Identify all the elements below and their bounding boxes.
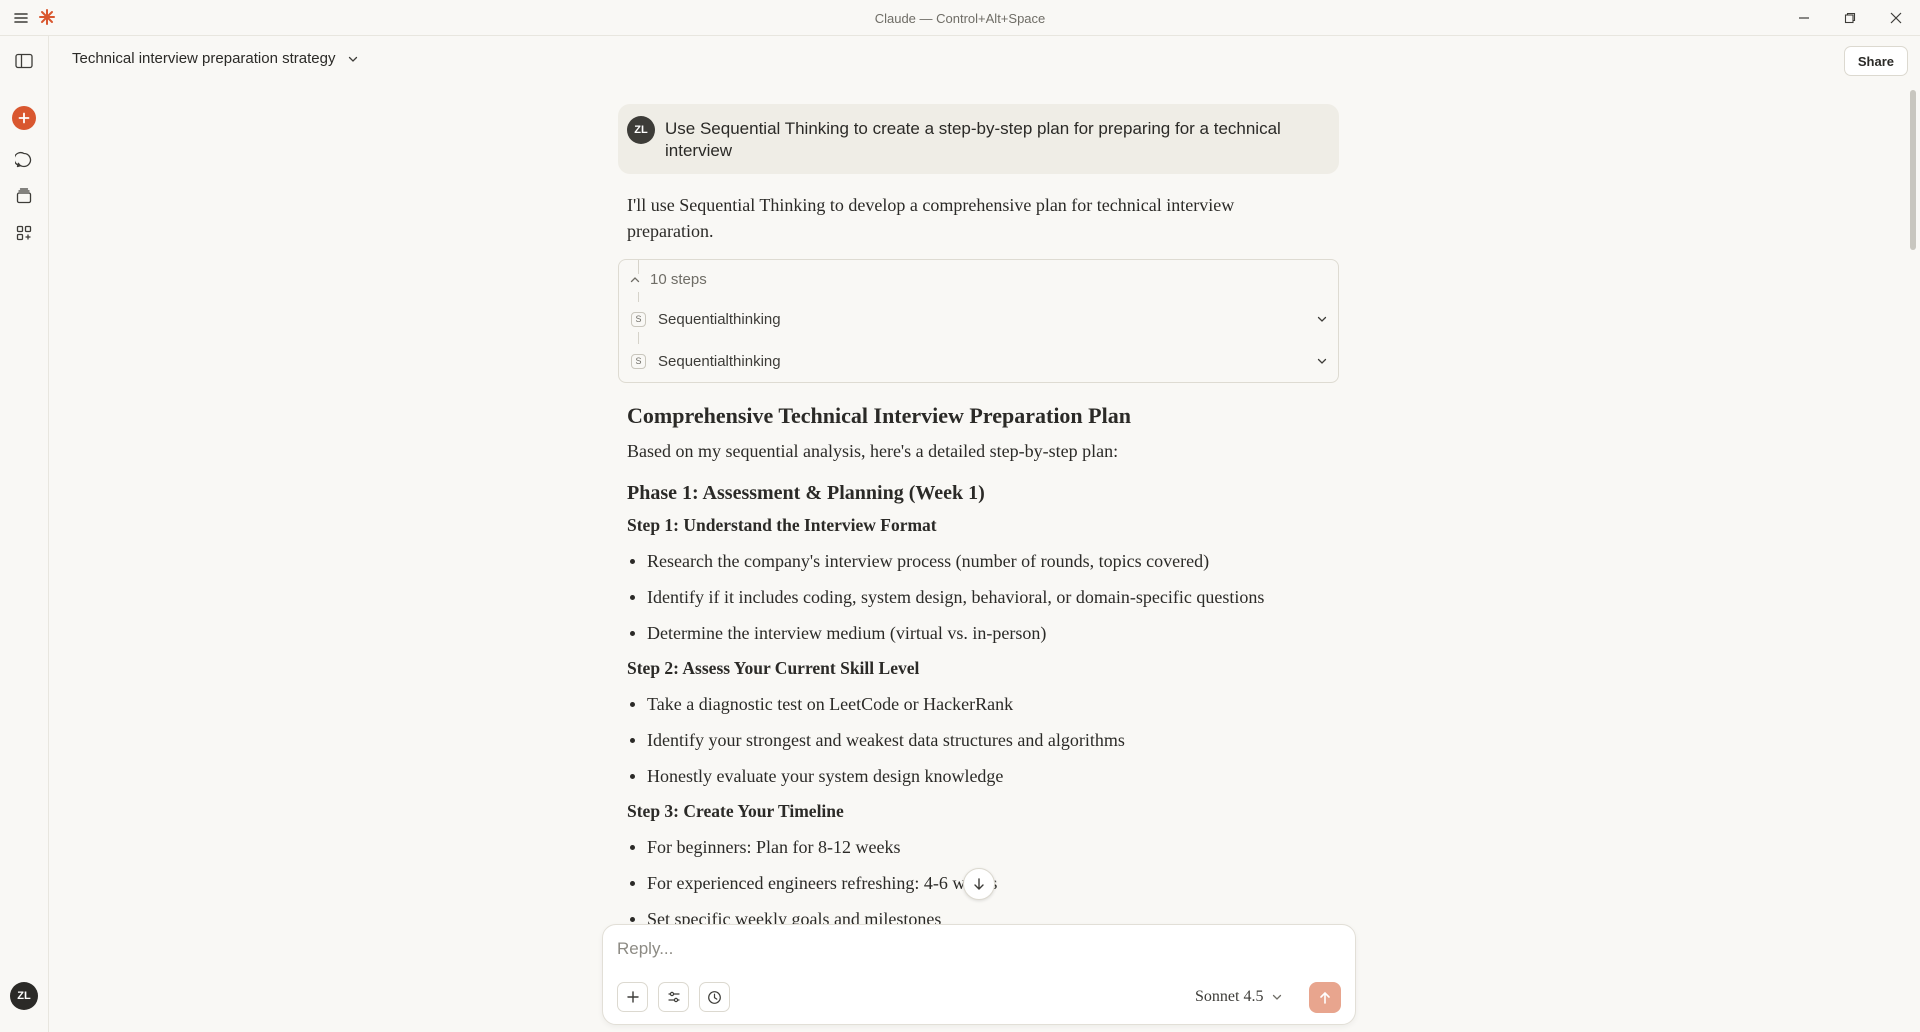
share-button[interactable]: Share bbox=[1843, 46, 1908, 76]
tool-step-label: Sequentialthinking bbox=[658, 310, 781, 328]
scroll-to-bottom-button[interactable] bbox=[963, 868, 995, 900]
artifacts-icon[interactable] bbox=[11, 220, 37, 246]
bullet-list: Take a diagnostic test on LeetCode or Ha… bbox=[630, 693, 1340, 787]
chevron-down-icon bbox=[1273, 994, 1282, 1000]
response-heading: Comprehensive Technical Interview Prepar… bbox=[627, 403, 1131, 428]
chevron-up-icon bbox=[630, 276, 640, 282]
list-item: Identify if it includes coding, system d… bbox=[630, 586, 1340, 608]
title-bar: Claude — Control+Alt+Space bbox=[0, 0, 1920, 36]
user-avatar[interactable]: ZL bbox=[10, 982, 38, 1010]
response-lead: Based on my sequential analysis, here's … bbox=[627, 441, 1119, 461]
arrow-down-icon bbox=[974, 878, 984, 890]
reply-input[interactable] bbox=[617, 939, 1337, 959]
list-item: Determine the interview medium (virtual … bbox=[630, 622, 1340, 644]
add-attachment-button[interactable] bbox=[617, 982, 648, 1012]
step-heading: Step 2: Assess Your Current Skill Level bbox=[627, 658, 920, 678]
user-message-text: Use Sequential Thinking to create a step… bbox=[665, 119, 1281, 160]
arrow-up-icon bbox=[1320, 991, 1330, 1004]
steps-count: 10 steps bbox=[650, 271, 707, 288]
tool-step-label: Sequentialthinking bbox=[658, 352, 781, 370]
tools-button[interactable] bbox=[658, 982, 689, 1012]
list-item: Honestly evaluate your system design kno… bbox=[630, 765, 1340, 787]
tool-badge: S bbox=[631, 353, 646, 369]
assistant-intro: I'll use Sequential Thinking to develop … bbox=[627, 195, 1235, 241]
list-item: Take a diagnostic test on LeetCode or Ha… bbox=[630, 693, 1340, 715]
list-item: Identify your strongest and weakest data… bbox=[630, 729, 1340, 751]
timeline-line bbox=[638, 332, 639, 344]
bullet-list: Research the company's interview process… bbox=[630, 550, 1340, 644]
steps-toggle[interactable]: 10 steps bbox=[629, 271, 707, 288]
tool-step-item[interactable]: S Sequentialthinking bbox=[631, 306, 1328, 332]
window-title: Claude — Control+Alt+Space bbox=[874, 11, 1046, 26]
plus-icon bbox=[626, 991, 639, 1003]
clock-icon bbox=[708, 990, 721, 1004]
plus-icon bbox=[12, 106, 36, 130]
sliders-icon bbox=[667, 991, 680, 1003]
scroll-thumb[interactable] bbox=[1910, 90, 1916, 250]
scrollbar[interactable] bbox=[1906, 84, 1920, 1032]
chevron-down-icon bbox=[1317, 316, 1327, 322]
minimize-icon[interactable] bbox=[1786, 6, 1822, 30]
tool-steps-panel: 10 steps S Sequentialthinking S Sequenti… bbox=[618, 259, 1339, 383]
restore-icon[interactable] bbox=[1832, 6, 1868, 30]
list-item: Research the company's interview process… bbox=[630, 550, 1340, 572]
user-message: ZL Use Sequential Thinking to create a s… bbox=[618, 104, 1339, 174]
model-name: Sonnet 4.5 bbox=[1195, 988, 1264, 1005]
step-heading: Step 1: Understand the Interview Format bbox=[627, 515, 937, 535]
step-heading: Step 3: Create Your Timeline bbox=[627, 801, 844, 821]
model-selector[interactable]: Sonnet 4.5 bbox=[1195, 988, 1283, 1006]
chevron-down-icon bbox=[349, 56, 358, 62]
send-button[interactable] bbox=[1309, 982, 1341, 1013]
timeline-line bbox=[638, 292, 639, 302]
history-button[interactable] bbox=[699, 982, 730, 1012]
list-item: For beginners: Plan for 8-12 weeks bbox=[630, 836, 1340, 858]
tool-step-item[interactable]: S Sequentialthinking bbox=[631, 348, 1328, 374]
chevron-down-icon bbox=[1317, 358, 1327, 364]
close-icon[interactable] bbox=[1878, 6, 1914, 30]
phase-heading: Phase 1: Assessment & Planning (Week 1) bbox=[627, 482, 985, 504]
chats-icon[interactable] bbox=[11, 147, 37, 173]
conversation-title-dropdown[interactable]: Technical interview preparation strategy bbox=[72, 50, 359, 67]
reply-composer: Sonnet 4.5 bbox=[602, 924, 1356, 1025]
tool-badge: S bbox=[631, 311, 646, 327]
toggle-sidebar-icon[interactable] bbox=[11, 48, 37, 74]
conversation-header: Technical interview preparation strategy… bbox=[50, 36, 1920, 84]
conversation: ZL Use Sequential Thinking to create a s… bbox=[618, 104, 1340, 930]
conversation-title: Technical interview preparation strategy bbox=[72, 50, 336, 67]
projects-icon[interactable] bbox=[11, 183, 37, 209]
user-message-avatar: ZL bbox=[627, 116, 655, 144]
sidebar: ZL bbox=[0, 36, 49, 1032]
new-chat-button[interactable] bbox=[11, 105, 37, 131]
